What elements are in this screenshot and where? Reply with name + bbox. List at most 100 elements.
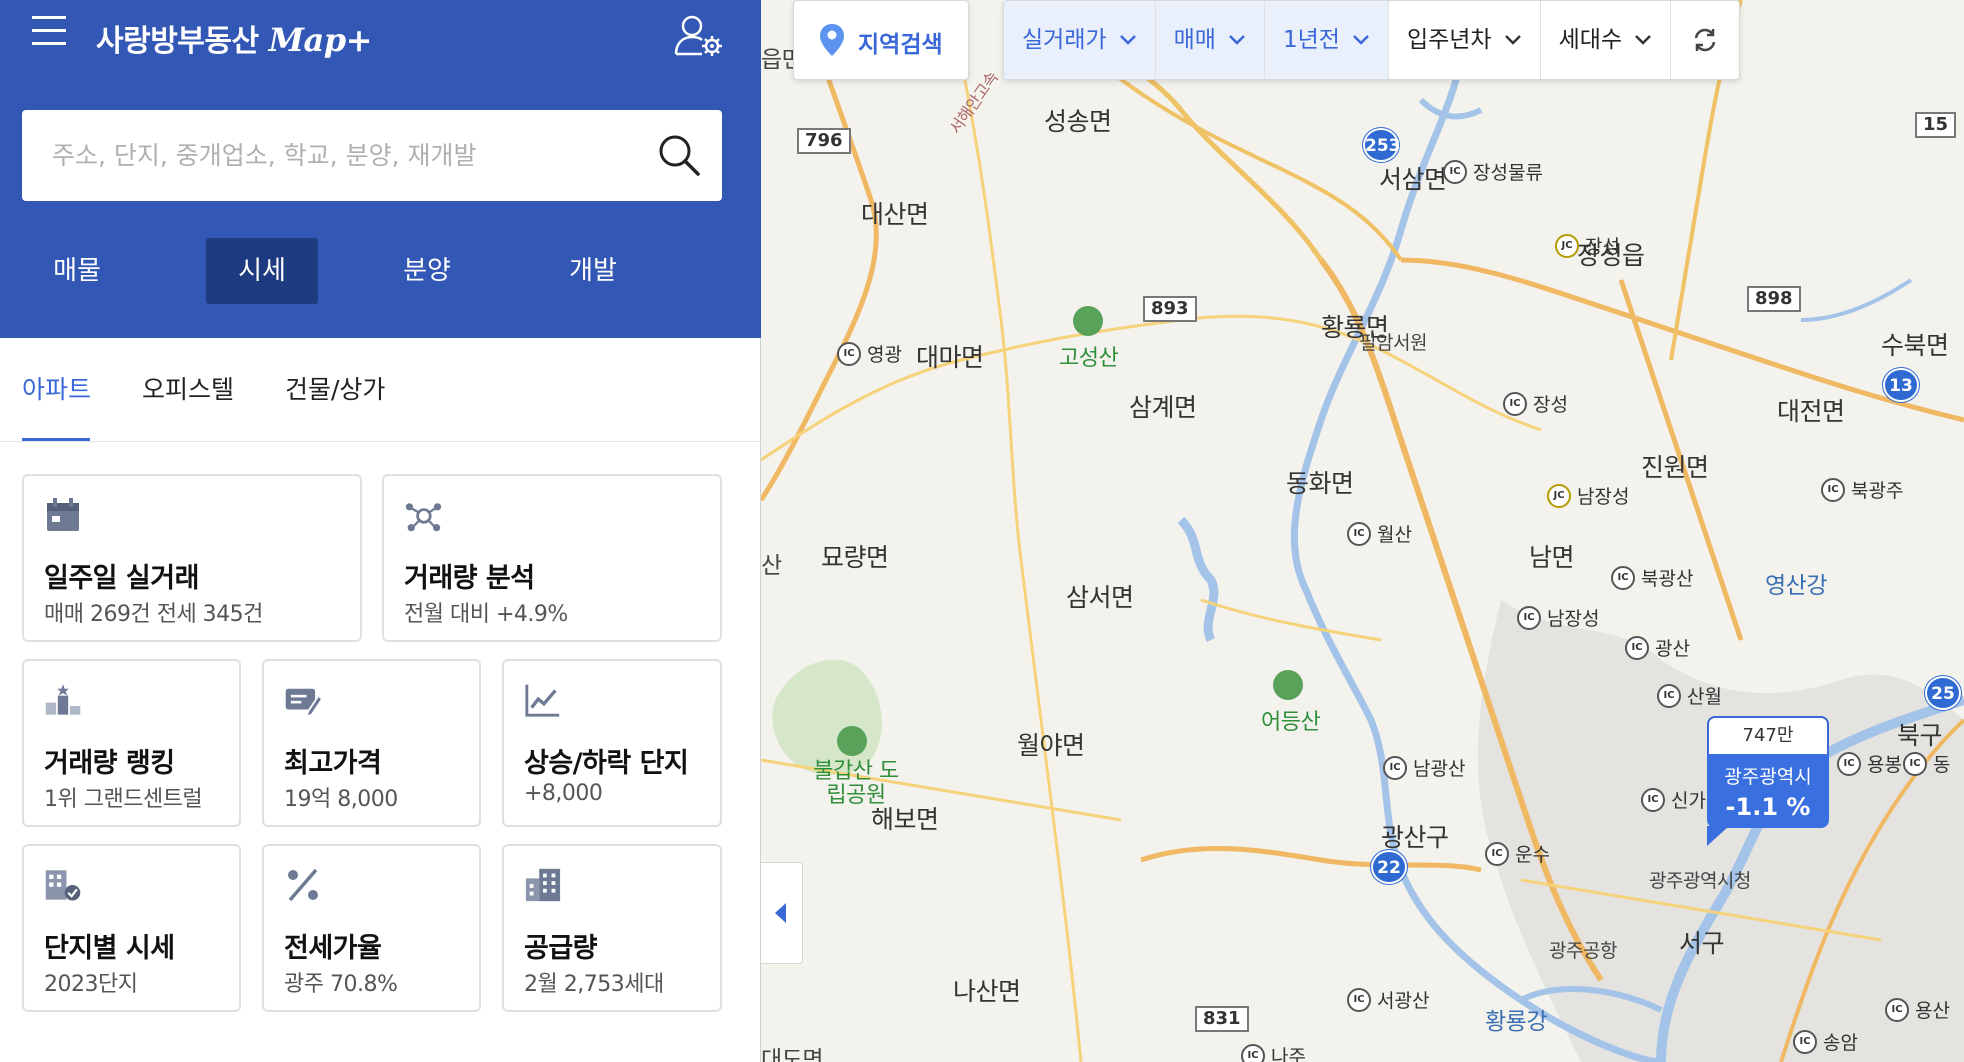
map-label-place: 대전면 bbox=[1777, 397, 1845, 426]
ic-icon: IC bbox=[1383, 755, 1407, 780]
tab-presale[interactable]: 분양 bbox=[382, 238, 472, 304]
interchange-label: IC 북광산 bbox=[1611, 564, 1693, 591]
refresh-button[interactable] bbox=[1671, 1, 1739, 79]
hamburger-menu-icon[interactable] bbox=[32, 16, 68, 50]
trend-chart-icon bbox=[525, 684, 560, 717]
card-subtitle: +8,000 bbox=[524, 781, 603, 806]
ic-icon: IC bbox=[1241, 1043, 1265, 1062]
card-highest-price[interactable]: 최고가격 19억 8,000 bbox=[262, 659, 481, 827]
map-label-place: 성송면 bbox=[1044, 107, 1112, 136]
map-label-landmark: 필암서원 bbox=[1359, 332, 1427, 354]
ranking-icon bbox=[45, 684, 81, 715]
property-type-tabs: 아파트 오피스텔 건물/상가 bbox=[0, 338, 761, 442]
search-icon[interactable] bbox=[656, 132, 702, 178]
brand-suffix: Map+ bbox=[268, 21, 373, 59]
tab-development[interactable]: 개발 bbox=[548, 238, 638, 304]
interchange-label: IC 용산 bbox=[1885, 996, 1950, 1023]
side-panel: 사랑방부동산 Map+ 매물 시세 분양 개발 아파트 오피스텔 건물/상가 bbox=[0, 0, 761, 1062]
brand-name: 사랑방부동산 bbox=[96, 24, 259, 59]
mountain-icon bbox=[837, 726, 867, 756]
card-title: 상승/하락 단지 bbox=[524, 748, 689, 779]
ic-icon: IC bbox=[1503, 391, 1527, 416]
card-complex-price[interactable]: 단지별 시세 2023단지 bbox=[22, 844, 241, 1012]
interchange-label: IC 신가 bbox=[1641, 786, 1706, 813]
card-volume-analysis[interactable]: 거래량 분석 전월 대비 +4.9% bbox=[382, 474, 722, 642]
interchange-label: IC 운수 bbox=[1485, 840, 1550, 867]
card-weekly-transactions[interactable]: 일주일 실거래 매매 269건 전세 345건 bbox=[22, 474, 362, 642]
ic-icon: IC bbox=[1657, 683, 1681, 708]
map-label-landmark: 광주광역시청 bbox=[1649, 870, 1751, 892]
map-label-place: 서삼면 bbox=[1379, 165, 1447, 194]
map-label-landmark: 고성산 bbox=[1059, 346, 1119, 371]
filter-period[interactable]: 1년전 bbox=[1264, 1, 1389, 79]
highway-shield: 25 bbox=[1925, 676, 1961, 710]
tab-listings[interactable]: 매물 bbox=[32, 238, 122, 304]
search-input[interactable] bbox=[52, 130, 632, 180]
mountain-icon bbox=[1073, 306, 1103, 336]
map-label-place: 대도면 bbox=[761, 1047, 823, 1062]
card-supply[interactable]: 공급량 2월 2,753세대 bbox=[502, 844, 722, 1012]
ic-icon: IC bbox=[1837, 751, 1861, 776]
refresh-icon bbox=[1694, 28, 1716, 52]
marker-change: -1.1 % bbox=[1725, 793, 1811, 821]
card-volume-ranking[interactable]: 거래량 랭킹 1위 그랜드센트럴 bbox=[22, 659, 241, 827]
highway-shield: 13 bbox=[1883, 368, 1919, 402]
filter-price-type[interactable]: 실거래가 bbox=[1004, 1, 1156, 79]
collapse-arrow-icon bbox=[775, 903, 786, 923]
ic-icon: IC bbox=[1625, 635, 1649, 660]
interchange-label: IC 나주 bbox=[1241, 1042, 1306, 1062]
tab-officetel[interactable]: 오피스텔 bbox=[142, 370, 234, 406]
chevron-down-icon bbox=[1229, 35, 1245, 45]
road-number-shield: 898 bbox=[1747, 286, 1801, 312]
interchange-label: IC 남장성 bbox=[1517, 604, 1599, 631]
ic-icon: IC bbox=[1517, 605, 1541, 630]
road-number-shield: 893 bbox=[1143, 296, 1197, 322]
ic-icon: IC bbox=[1347, 521, 1371, 546]
road-number-shield: 831 bbox=[1195, 1006, 1249, 1032]
map-label-river: 영산강 bbox=[1765, 573, 1827, 599]
map-view[interactable]: 성송면 대산면 대마면 삼계면 묘량면 삼서면 월야면 해보면 나산면 황룡면 … bbox=[761, 0, 1964, 1062]
region-price-marker[interactable]: 747만 광주광역시 -1.1 % bbox=[1707, 716, 1829, 846]
calendar-icon bbox=[47, 498, 79, 531]
filter-move-in-year[interactable]: 입주년차 bbox=[1389, 1, 1541, 79]
road-number-shield: 796 bbox=[797, 128, 851, 154]
card-title: 일주일 실거래 bbox=[44, 563, 199, 594]
interchange-label: IC 송암 bbox=[1793, 1028, 1858, 1055]
filter-households[interactable]: 세대수 bbox=[1541, 1, 1672, 79]
map-label-landmark: 어등산 bbox=[1261, 710, 1321, 735]
interchange-label: IC 남광산 bbox=[1383, 754, 1465, 781]
filter-deal-type[interactable]: 매매 bbox=[1155, 1, 1265, 79]
active-tab-indicator bbox=[22, 438, 90, 441]
card-rise-fall-complex[interactable]: 상승/하락 단지 +8,000 bbox=[502, 659, 722, 827]
user-settings-icon[interactable] bbox=[672, 12, 726, 58]
map-label-place: 광산구 bbox=[1381, 823, 1449, 852]
marker-region: 광주광역시 bbox=[1724, 766, 1812, 788]
card-jeonse-ratio[interactable]: 전세가율 광주 70.8% bbox=[262, 844, 481, 1012]
card-subtitle: 2023단지 bbox=[44, 972, 138, 997]
tab-market-price[interactable]: 시세 bbox=[206, 238, 318, 304]
region-search-button[interactable]: 지역검색 bbox=[793, 0, 969, 80]
ic-icon: IC bbox=[1821, 477, 1845, 502]
road-number-shield: 15 bbox=[1915, 112, 1957, 138]
brand-logo[interactable]: 사랑방부동산 Map+ bbox=[96, 16, 372, 60]
marker-price: 747만 bbox=[1707, 716, 1829, 754]
ic-icon: IC bbox=[1885, 997, 1909, 1022]
tab-apartment[interactable]: 아파트 bbox=[22, 370, 91, 406]
tab-building-retail[interactable]: 건물/상가 bbox=[285, 370, 385, 406]
interchange-label: IC 월산 bbox=[1347, 520, 1412, 547]
mountain-icon bbox=[1273, 670, 1303, 700]
ic-icon: IC bbox=[1793, 1029, 1817, 1054]
ic-icon: IC bbox=[1485, 841, 1509, 866]
price-tag-icon bbox=[285, 688, 322, 718]
map-label-river: 황룡강 bbox=[1485, 1009, 1547, 1035]
chevron-down-icon bbox=[1353, 35, 1369, 45]
marker-body: 광주광역시 -1.1 % bbox=[1707, 754, 1829, 828]
ic-icon: IC bbox=[837, 341, 861, 366]
marker-tail bbox=[1707, 826, 1729, 846]
card-subtitle: 광주 70.8% bbox=[284, 972, 398, 997]
region-search-label: 지역검색 bbox=[858, 32, 943, 58]
chevron-down-icon bbox=[1119, 35, 1136, 45]
percent-icon bbox=[288, 868, 318, 902]
collapse-panel-button[interactable] bbox=[761, 862, 803, 964]
search-box bbox=[22, 110, 722, 201]
